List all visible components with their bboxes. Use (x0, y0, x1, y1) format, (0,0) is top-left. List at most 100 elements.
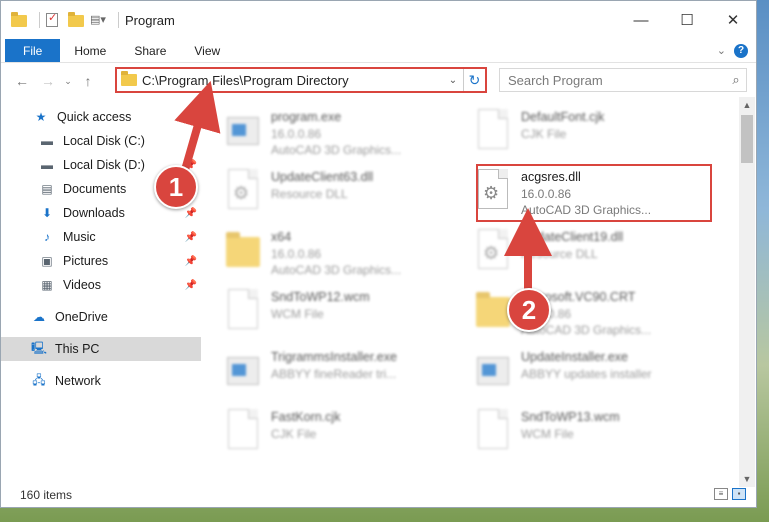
file-meta: AutoCAD 3D Graphics... (271, 143, 402, 157)
file-tile[interactable]: TrigrammsInstaller.exe ABBYY fineReader … (225, 345, 465, 401)
refresh-icon[interactable]: ↻ (463, 69, 485, 91)
expand-ribbon-icon[interactable]: ⌄ (717, 44, 726, 57)
highlight-box (476, 164, 712, 222)
cloud-icon: ☁ (33, 310, 45, 324)
sidebar-item-label: OneDrive (55, 310, 108, 324)
file-tile[interactable]: x64 16.0.0.86 AutoCAD 3D Graphics... (225, 225, 465, 281)
sidebar-item-quick-access[interactable]: ★ Quick access (1, 105, 201, 129)
file-meta: Resource DLL (521, 247, 598, 261)
sidebar-item-onedrive[interactable]: ☁ OneDrive (1, 305, 201, 329)
tab-home[interactable]: Home (60, 39, 120, 62)
address-path[interactable]: C:\Program Files\Program Directory (142, 73, 443, 88)
documents-icon: ▤ (41, 182, 53, 196)
ribbon-tabs: File Home Share View ⌄ ? (1, 39, 756, 63)
file-tile[interactable]: SndToWP12.wcm WCM File (225, 285, 465, 341)
maximize-button[interactable]: ☐ (664, 1, 710, 39)
file-meta: 16.0.0.86 (271, 127, 322, 141)
callout-badge-1: 1 (154, 165, 198, 209)
sidebar-item-label: Downloads (63, 206, 125, 220)
tab-share[interactable]: Share (120, 39, 180, 62)
pin-icon[interactable]: 📌 (185, 280, 197, 291)
network-icon: 🖧 (32, 372, 46, 387)
file-meta: ABBYY updates installer (521, 367, 652, 381)
new-folder-icon[interactable] (68, 12, 84, 27)
document-icon (225, 409, 261, 455)
properties-icon[interactable] (46, 11, 62, 27)
file-tile[interactable]: program.exe 16.0.0.86 AutoCAD 3D Graphic… (225, 105, 465, 161)
pin-icon[interactable]: 📌 (185, 256, 197, 267)
vertical-scrollbar[interactable]: ▲ ▼ (739, 97, 755, 487)
file-name: SndToWP12.wcm (271, 290, 370, 304)
file-name: FastKorn.cjk (271, 410, 341, 424)
sidebar-item-label: Pictures (63, 254, 109, 268)
exe-icon (225, 349, 261, 395)
search-icon[interactable]: ⌕ (726, 72, 746, 88)
address-bar[interactable]: C:\Program Files\Program Directory ⌄ ↻ (115, 67, 487, 93)
tab-file[interactable]: File (5, 39, 61, 62)
minimize-button[interactable]: — (618, 1, 664, 39)
pictures-icon: ▣ (41, 254, 53, 268)
sidebar-item-pictures[interactable]: ▣ Pictures 📌 (1, 249, 201, 273)
sidebar-item-local-disk-c[interactable]: ▬ Local Disk (C:) (1, 129, 201, 153)
file-meta: Resource DLL (271, 187, 348, 201)
dll-icon: ⚙ (225, 169, 261, 215)
file-list: program.exe 16.0.0.86 AutoCAD 3D Graphic… (211, 101, 736, 481)
file-meta: CJK File (521, 127, 567, 141)
drive-icon: ▬ (41, 158, 53, 172)
file-tile[interactable]: FastKorn.cjk CJK File (225, 405, 465, 461)
file-tile[interactable]: UpdateInstaller.exe ABBYY updates instal… (475, 345, 715, 401)
file-name: UpdateClient63.dll (271, 170, 374, 184)
scroll-up-icon[interactable]: ▲ (739, 97, 755, 113)
sidebar-item-label: This PC (55, 342, 100, 356)
pin-icon[interactable]: 📌 (185, 232, 197, 243)
folder-icon[interactable] (11, 12, 27, 27)
close-button[interactable]: ✕ (710, 1, 756, 39)
recent-locations-icon[interactable]: ⌄ (61, 76, 75, 87)
file-name: program.exe (271, 110, 342, 124)
file-tile[interactable]: DefaultFont.cjk CJK File (475, 105, 715, 161)
sidebar-item-network[interactable]: 🖧 Network (1, 369, 201, 393)
file-meta: AutoCAD 3D Graphics... (271, 263, 402, 277)
forward-arrow-icon[interactable]: → (35, 73, 61, 89)
document-icon (225, 289, 261, 335)
sidebar-item-label: Quick access (57, 110, 132, 124)
scroll-thumb[interactable] (741, 115, 753, 163)
pin-icon[interactable]: 📌 (185, 208, 197, 219)
sidebar-item-this-pc[interactable]: 🖳 This PC (1, 337, 201, 361)
tiles-view-icon[interactable]: ▪ (732, 488, 746, 500)
details-view-icon[interactable]: ≡ (714, 488, 728, 500)
file-name: TrigrammsInstaller.exe (271, 350, 397, 364)
dll-icon: ⚙ (475, 229, 511, 275)
customize-icon[interactable]: ▤▾ (90, 13, 106, 27)
sidebar-item-label: Videos (63, 278, 101, 292)
ribbon-right: ⌄ ? (717, 39, 756, 62)
navigation-bar: ← → ⌄ ↑ C:\Program Files\Program Directo… (1, 67, 756, 95)
folder-icon (475, 289, 511, 335)
download-icon: ⬇ (41, 206, 53, 220)
view-switcher: ≡ ▪ (714, 488, 746, 500)
search-input[interactable]: Search Program ⌕ (499, 68, 747, 92)
file-name: SndToWP13.wcm (521, 410, 620, 424)
help-icon[interactable]: ? (734, 43, 748, 58)
back-arrow-icon[interactable]: ← (9, 73, 35, 89)
search-placeholder: Search Program (508, 72, 603, 88)
file-tile[interactable]: ⚙ UpdateClient63.dll Resource DLL (225, 165, 465, 221)
sidebar-item-label: Documents (63, 182, 127, 196)
file-tile[interactable]: SndToWP13.wcm WCM File (475, 405, 715, 461)
folder-icon (225, 229, 261, 275)
file-tile[interactable]: ⚙ UpdateClient19.dll Resource DLL (475, 225, 715, 281)
sidebar-item-videos[interactable]: ▦ Videos 📌 (1, 273, 201, 297)
up-arrow-icon[interactable]: ↑ (75, 73, 101, 89)
sidebar-item-label: Network (55, 374, 101, 388)
computer-icon: 🖳 (31, 340, 48, 355)
sidebar-item-label: Music (63, 230, 96, 244)
file-name: UpdateInstaller.exe (521, 350, 629, 364)
file-meta: WCM File (271, 307, 324, 321)
sidebar-item-music[interactable]: ♪ Music 📌 (1, 225, 201, 249)
explorer-window: ▤▾ Program — ☐ ✕ File Home Share View ⌄ … (0, 0, 757, 508)
window-controls: — ☐ ✕ (618, 1, 756, 39)
window-title: Program (125, 12, 175, 28)
file-name: DefaultFont.cjk (521, 110, 605, 124)
tab-view[interactable]: View (180, 39, 234, 62)
chevron-down-icon[interactable]: ⌄ (443, 75, 463, 86)
